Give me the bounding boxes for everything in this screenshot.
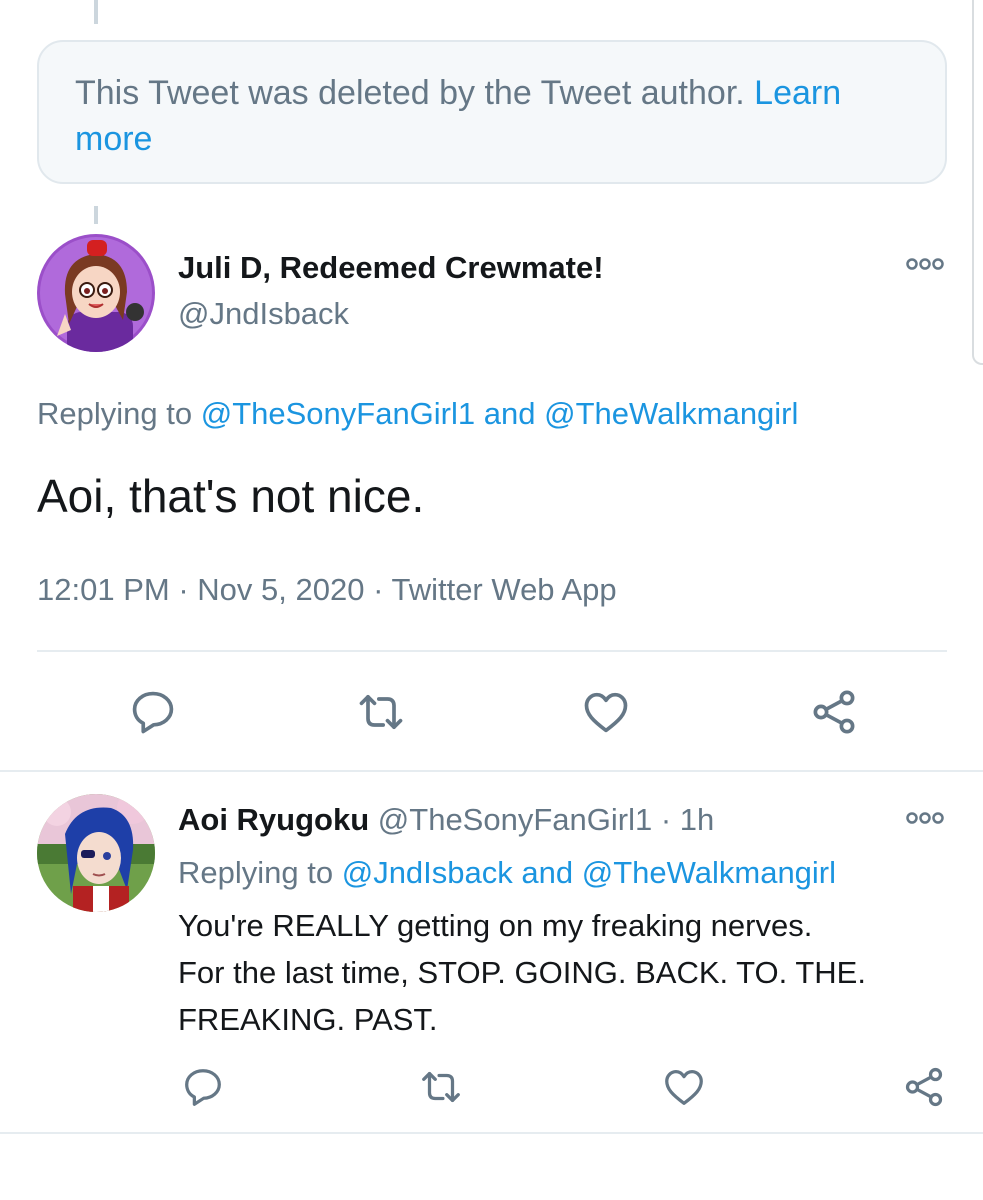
tweet-source[interactable]: Twitter Web App xyxy=(391,572,616,607)
avatar-juli[interactable] xyxy=(37,234,155,352)
deleted-tweet-notice: This Tweet was deleted by the Tweet auth… xyxy=(37,40,947,184)
reply-text-line: For the last time, STOP. GOING. BACK. TO… xyxy=(178,955,866,990)
mention-link[interactable]: @JndIsback xyxy=(342,855,513,890)
scrollbar[interactable] xyxy=(972,0,983,365)
tweet-date[interactable]: Nov 5, 2020 xyxy=(197,572,364,607)
main-handle[interactable]: @JndIsback xyxy=(178,296,349,332)
mention-link[interactable]: @TheSonyFanGirl1 xyxy=(201,396,475,431)
more-icon[interactable] xyxy=(905,256,945,272)
main-display-name[interactable]: Juli D, Redeemed Crewmate! xyxy=(178,250,604,286)
divider xyxy=(0,1132,983,1134)
divider xyxy=(0,770,983,772)
deleted-notice-text: This Tweet was deleted by the Tweet auth… xyxy=(75,74,745,112)
meta-separator: · xyxy=(660,802,672,837)
replying-to-and[interactable]: and xyxy=(484,396,536,431)
retweet-icon[interactable] xyxy=(355,686,407,738)
retweet-icon[interactable] xyxy=(418,1064,464,1110)
reply-handle[interactable]: @TheSonyFanGirl1 xyxy=(378,802,652,837)
replying-to-label: Replying to xyxy=(178,855,334,890)
tweet-time[interactable]: 12:01 PM xyxy=(37,572,170,607)
heart-icon[interactable] xyxy=(580,686,632,738)
meta-separator: · xyxy=(178,572,189,607)
reply-age[interactable]: 1h xyxy=(680,802,714,837)
heart-icon[interactable] xyxy=(661,1064,707,1110)
reply-text-line: You're REALLY getting on my freaking ner… xyxy=(178,908,813,943)
reply-icon[interactable] xyxy=(127,686,179,738)
mention-link[interactable]: @TheWalkmangirl xyxy=(582,855,836,890)
meta-separator: · xyxy=(373,572,384,607)
main-replying-to: Replying to @TheSonyFanGirl1 and @TheWal… xyxy=(37,394,798,434)
main-tweet-meta: 12:01 PM · Nov 5, 2020 · Twitter Web App xyxy=(37,570,617,610)
reply-text-line: FREAKING. PAST. xyxy=(178,1002,438,1037)
reply-tweet-text: You're REALLY getting on my freaking ner… xyxy=(178,902,866,1043)
thread-line-middle xyxy=(94,206,98,224)
reply-header: Aoi Ryugoku @TheSonyFanGirl1 · 1h xyxy=(178,800,714,840)
avatar-aoi[interactable] xyxy=(37,794,155,912)
reply-icon[interactable] xyxy=(180,1064,226,1110)
reply-display-name[interactable]: Aoi Ryugoku xyxy=(178,802,369,837)
replying-to-label: Replying to xyxy=(37,396,193,431)
replying-to-and[interactable]: and xyxy=(521,855,573,890)
share-icon[interactable] xyxy=(901,1064,947,1110)
share-icon[interactable] xyxy=(808,686,860,738)
more-icon[interactable] xyxy=(905,810,945,826)
main-tweet-text: Aoi, that's not nice. xyxy=(37,470,425,522)
reply-replying-to: Replying to @JndIsback and @TheWalkmangi… xyxy=(178,853,836,893)
mention-link[interactable]: @TheWalkmangirl xyxy=(544,396,798,431)
divider xyxy=(37,650,947,652)
thread-line-top xyxy=(94,0,98,24)
